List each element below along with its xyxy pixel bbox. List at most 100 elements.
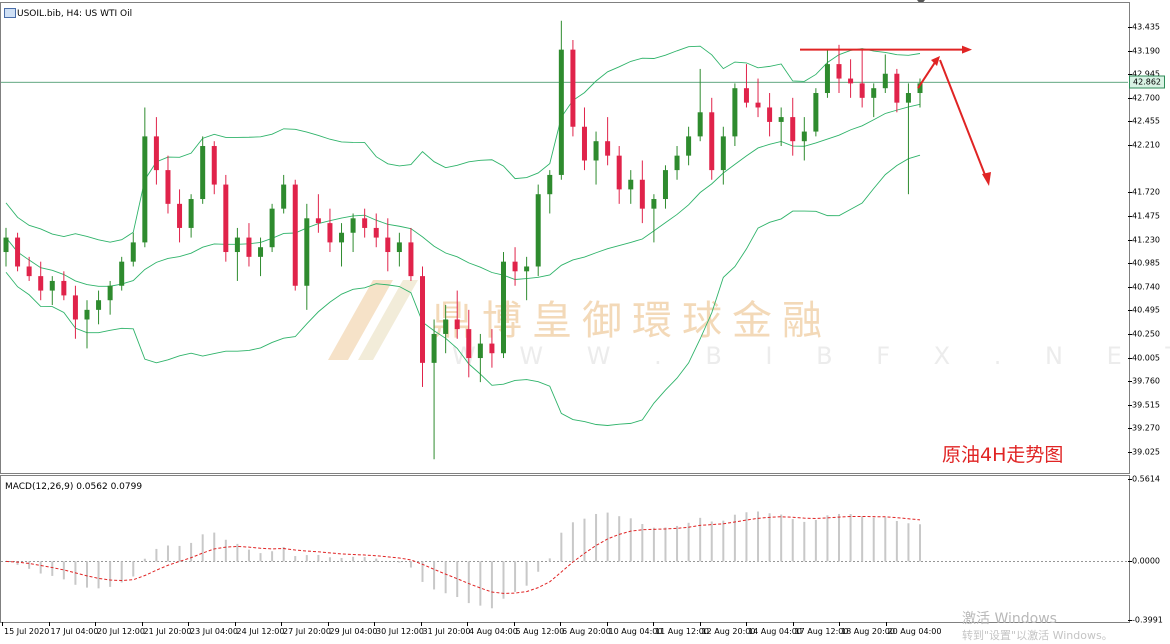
candle-body <box>38 276 44 291</box>
upward-arrow-head <box>931 56 940 66</box>
candle-body <box>686 136 692 156</box>
chart-canvas <box>1 20 1128 609</box>
time-axis-tick <box>327 622 329 626</box>
candle-body <box>570 49 576 127</box>
price-axis-label: 39.025 <box>1132 447 1160 457</box>
candle-body <box>200 146 206 200</box>
time-axis-tick <box>141 622 143 626</box>
candle-body <box>477 343 483 359</box>
macd-axis-label: 0.0000 <box>1132 556 1160 566</box>
price-axis-label: 42.210 <box>1132 140 1160 150</box>
macd-axis-label: -0.3991 <box>1132 615 1163 625</box>
candle-body <box>547 174 553 195</box>
candle-body <box>142 136 148 243</box>
price-axis-label: 40.250 <box>1132 329 1160 339</box>
time-axis-label: 4 Aug 04:00 <box>469 627 518 636</box>
candle-body <box>605 141 611 156</box>
candle-body <box>107 285 113 301</box>
time-axis-label: 30 Jul 12:00 <box>376 627 424 636</box>
price-axis-label: 39.515 <box>1132 400 1160 410</box>
candle-body <box>420 276 426 363</box>
candle-body <box>234 237 240 253</box>
time-axis-label: 24 Jul 12:00 <box>236 627 285 636</box>
price-axis-label: 42.700 <box>1132 93 1160 103</box>
candle-body <box>315 218 321 224</box>
time-axis-tick <box>885 622 887 626</box>
time-axis-tick <box>839 622 840 626</box>
candle-body <box>848 78 854 84</box>
time-axis-label: 17 Jul 04:00 <box>50 627 99 636</box>
downward-arrow-line <box>939 59 988 181</box>
candle-body <box>489 343 495 354</box>
candle-body <box>871 88 877 98</box>
candle-body <box>767 107 773 122</box>
candle-body <box>246 237 252 257</box>
price-axis-label: 40.005 <box>1132 353 1160 363</box>
time-axis-label: 23 Jul 04:00 <box>190 627 238 636</box>
candle-body <box>524 266 530 272</box>
downward-arrow-head <box>982 172 991 186</box>
macd-signal-line <box>5 515 921 594</box>
time-axis-tick <box>792 622 794 626</box>
candle-body <box>431 333 437 363</box>
price-axis-label: 43.190 <box>1132 46 1160 56</box>
candle-body <box>292 184 298 286</box>
time-axis-label: 29 Jul 04:00 <box>329 627 378 636</box>
time-axis-tick <box>699 622 701 626</box>
candle-body <box>466 329 472 359</box>
candle-body <box>443 319 449 334</box>
candle-body <box>327 223 333 243</box>
candle-body <box>304 218 310 286</box>
candle-body <box>824 64 830 94</box>
price-axis-label: 40.985 <box>1132 258 1160 268</box>
candle-body <box>96 300 102 310</box>
time-axis-tick <box>281 622 282 626</box>
time-axis-tick <box>467 622 468 626</box>
price-axis-label: 41.475 <box>1132 211 1160 221</box>
candle-body <box>61 280 67 296</box>
price-axis-label: 43.435 <box>1132 22 1160 32</box>
chart-annotation: 原油4H走势图 <box>942 444 1064 466</box>
price-axis-label: 41.230 <box>1132 235 1160 244</box>
candle-body <box>281 184 287 209</box>
price-axis-label: 39.270 <box>1132 423 1160 433</box>
candle-body <box>454 319 460 330</box>
candle-body <box>882 73 888 89</box>
candle-body <box>385 237 391 253</box>
candle-body <box>709 112 715 171</box>
upward-arrow-line <box>917 58 938 89</box>
candle-body <box>790 117 796 142</box>
candle-body <box>49 280 55 291</box>
candle-body <box>211 146 217 185</box>
price-axis-label: 40.740 <box>1132 282 1160 292</box>
candle-body <box>581 126 587 161</box>
time-axis-label: 20 Aug 04:00 <box>887 627 942 636</box>
windows-activation-title: 激活 Windows <box>962 611 1057 627</box>
candle-body <box>616 155 622 190</box>
candle-body <box>362 218 368 228</box>
candle-body <box>662 170 668 200</box>
candle-body <box>859 83 865 98</box>
candle-body <box>165 170 171 204</box>
candle-body <box>674 155 680 171</box>
candle-body <box>408 242 414 277</box>
time-axis-tick <box>560 622 561 626</box>
price-axis-label: 40.495 <box>1132 305 1160 315</box>
time-axis-label: 27 Jul 20:00 <box>283 627 331 636</box>
candle-body <box>350 218 356 233</box>
candle-body <box>755 102 761 108</box>
candle-body <box>373 227 379 238</box>
time-axis-tick <box>234 622 236 626</box>
time-axis-tick <box>95 622 96 626</box>
time-axis-tick <box>420 622 422 626</box>
candle-body <box>801 131 807 142</box>
candle-body <box>396 242 402 253</box>
time-axis-label: 31 Jul 20:00 <box>422 627 471 636</box>
macd-axis-label: 0.5614 <box>1132 474 1160 484</box>
resistance-arrow-head <box>962 45 972 54</box>
time-axis-tick <box>2 622 3 626</box>
candle-body <box>258 247 264 257</box>
candle-body <box>15 237 21 267</box>
current-price-tag: 42.862 <box>1129 75 1165 89</box>
candle-body <box>732 88 738 137</box>
